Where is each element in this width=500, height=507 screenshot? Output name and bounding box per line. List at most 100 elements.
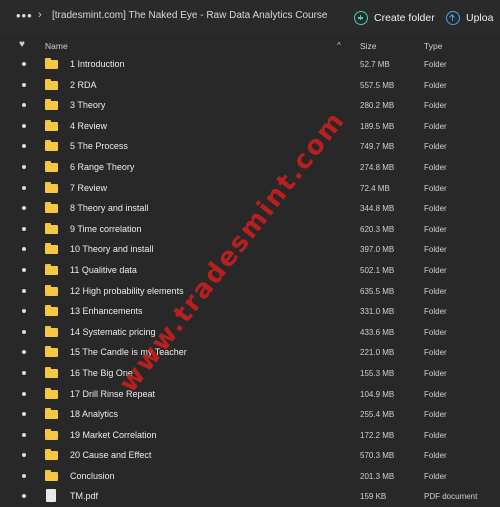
folder-icon	[45, 222, 58, 234]
table-row[interactable]: 2 RDA 557.5 MB Folder	[0, 75, 500, 96]
row-bullet-icon[interactable]	[22, 123, 26, 128]
row-bullet-icon[interactable]	[22, 164, 26, 169]
row-bullet-icon[interactable]	[22, 473, 26, 478]
item-name[interactable]: 13 Enhancements	[70, 306, 143, 316]
item-size: 331.0 MB	[360, 307, 395, 317]
table-row[interactable]: 20 Cause and Effect 570.3 MB Folder	[0, 445, 500, 466]
item-name[interactable]: 5 The Process	[70, 141, 128, 151]
table-row[interactable]: 5 The Process 749.7 MB Folder	[0, 136, 500, 157]
table-row[interactable]: 7 Review 72.4 MB Folder	[0, 178, 500, 199]
table-row[interactable]: 9 Time correlation 620.3 MB Folder	[0, 219, 500, 240]
item-name[interactable]: 2 RDA	[70, 80, 97, 90]
table-row[interactable]: 11 Qualitive data 502.1 MB Folder	[0, 260, 500, 281]
table-row[interactable]: 12 High probability elements 635.5 MB Fold…	[0, 281, 500, 302]
item-size: 159 KB	[360, 492, 387, 502]
row-bullet-icon[interactable]	[22, 185, 26, 190]
table-row[interactable]: 15 The Candle is my Teacher 221.0 MB Folde…	[0, 342, 500, 363]
item-type: Folder	[424, 142, 447, 152]
item-name[interactable]: 18 Analytics	[70, 409, 118, 419]
row-bullet-icon[interactable]	[22, 494, 26, 499]
item-type: Folder	[424, 286, 447, 296]
item-type: Folder	[424, 265, 447, 275]
item-name[interactable]: 11 Qualitive data	[70, 265, 137, 275]
table-row[interactable]: 13 Enhancements 331.0 MB Folder	[0, 301, 500, 322]
item-name[interactable]: 10 Theory and install	[70, 244, 153, 254]
table-row[interactable]: 10 Theory and install 397.0 MB Folder	[0, 239, 500, 260]
table-row[interactable]: 14 Systematic pricing 433.6 MB Folder	[0, 322, 500, 343]
item-name[interactable]: 3 Theory	[70, 100, 105, 110]
row-bullet-icon[interactable]	[22, 206, 26, 211]
item-type: Folder	[424, 430, 447, 440]
item-name[interactable]: 7 Review	[70, 183, 107, 193]
row-bullet-icon[interactable]	[22, 432, 26, 437]
item-type: Folder	[424, 80, 447, 90]
row-bullet-icon[interactable]	[22, 329, 26, 334]
item-name[interactable]: 9 Time correlation	[70, 224, 142, 234]
folder-icon	[45, 449, 58, 461]
sort-ascending-icon[interactable]: ^	[337, 41, 341, 50]
folder-icon	[45, 243, 58, 255]
row-bullet-icon[interactable]	[22, 82, 26, 87]
item-name[interactable]: 19 Market Correlation	[70, 430, 157, 440]
table-row[interactable]: 4 Review 189.5 MB Folder	[0, 116, 500, 137]
row-bullet-icon[interactable]	[22, 412, 26, 417]
item-size: 255.4 MB	[360, 410, 395, 420]
folder-icon	[45, 58, 58, 69]
item-name[interactable]: 16 The Big One	[70, 368, 133, 378]
item-name[interactable]: 4 Review	[70, 121, 107, 131]
item-name[interactable]: 1 Introduction	[70, 59, 125, 69]
item-type: Folder	[424, 451, 447, 461]
folder-icon	[45, 99, 58, 111]
row-bullet-icon[interactable]	[22, 103, 26, 108]
row-bullet-icon[interactable]	[22, 144, 26, 149]
row-bullet-icon[interactable]	[22, 267, 26, 272]
folder-icon	[45, 181, 58, 193]
table-row[interactable]: 3 Theory 280.2 MB Folder	[0, 95, 500, 116]
item-name[interactable]: 14 Systematic pricing	[70, 327, 156, 337]
item-size: 433.6 MB	[360, 327, 395, 337]
item-size: 749.7 MB	[360, 142, 395, 152]
table-row[interactable]: 19 Market Correlation 172.2 MB Folder	[0, 425, 500, 446]
row-bullet-icon[interactable]	[22, 309, 26, 314]
row-bullet-icon[interactable]	[22, 288, 26, 293]
row-bullet-icon[interactable]	[22, 247, 26, 252]
item-name[interactable]: 15 The Candle is my Teacher	[70, 347, 187, 357]
item-name[interactable]: 8 Theory and install	[70, 203, 148, 213]
row-bullet-icon[interactable]	[22, 370, 26, 375]
table-row[interactable]: Conclusion 201.3 MB Folder	[0, 466, 500, 487]
item-type: Folder	[424, 389, 447, 399]
item-type: Folder	[424, 162, 447, 172]
row-bullet-icon[interactable]	[22, 62, 26, 66]
table-row[interactable]: 6 Range Theory 274.8 MB Folder	[0, 157, 500, 178]
table-row[interactable]: 18 Analytics 255.4 MB Folder	[0, 404, 500, 425]
table-row[interactable]: 16 The Big One 155.3 MB Folder	[0, 363, 500, 384]
table-row[interactable]: 17 Drill Rinse Repeat 104.9 MB Folder	[0, 384, 500, 405]
row-bullet-icon[interactable]	[22, 453, 26, 458]
column-header-size[interactable]: Size	[360, 41, 377, 51]
item-name[interactable]: 17 Drill Rinse Repeat	[70, 389, 155, 399]
upload-button[interactable]: Uploa	[446, 9, 493, 27]
row-bullet-icon[interactable]	[22, 391, 26, 396]
more-options-icon[interactable]: •••	[16, 8, 33, 23]
table-row[interactable]: 8 Theory and install 344.8 MB Folder	[0, 198, 500, 219]
column-header-type[interactable]: Type	[424, 41, 442, 51]
table-row[interactable]: 1 Introduction 52.7 MB Folder	[0, 54, 500, 75]
item-size: 221.0 MB	[360, 348, 395, 358]
item-name[interactable]: 20 Cause and Effect	[70, 450, 151, 460]
item-size: 570.3 MB	[360, 451, 395, 461]
row-bullet-icon[interactable]	[22, 350, 26, 355]
item-name[interactable]: Conclusion	[70, 471, 115, 481]
column-header-name[interactable]: Name	[45, 41, 68, 51]
breadcrumb[interactable]: [tradesmint.com] The Naked Eye - Raw Dat…	[52, 10, 327, 21]
upload-label: Uploa	[466, 12, 494, 24]
item-name[interactable]: 6 Range Theory	[70, 162, 134, 172]
folder-icon	[45, 202, 58, 214]
item-type: Folder	[424, 121, 447, 131]
row-bullet-icon[interactable]	[22, 226, 26, 231]
table-row[interactable]: TM.pdf 159 KB PDF document	[0, 486, 500, 507]
heart-icon[interactable]: ♥	[19, 39, 25, 50]
item-type: Folder	[424, 60, 447, 69]
item-name[interactable]: 12 High probability elements	[70, 286, 184, 296]
create-folder-button[interactable]: Create folder	[354, 9, 435, 27]
item-size: 397.0 MB	[360, 245, 395, 255]
